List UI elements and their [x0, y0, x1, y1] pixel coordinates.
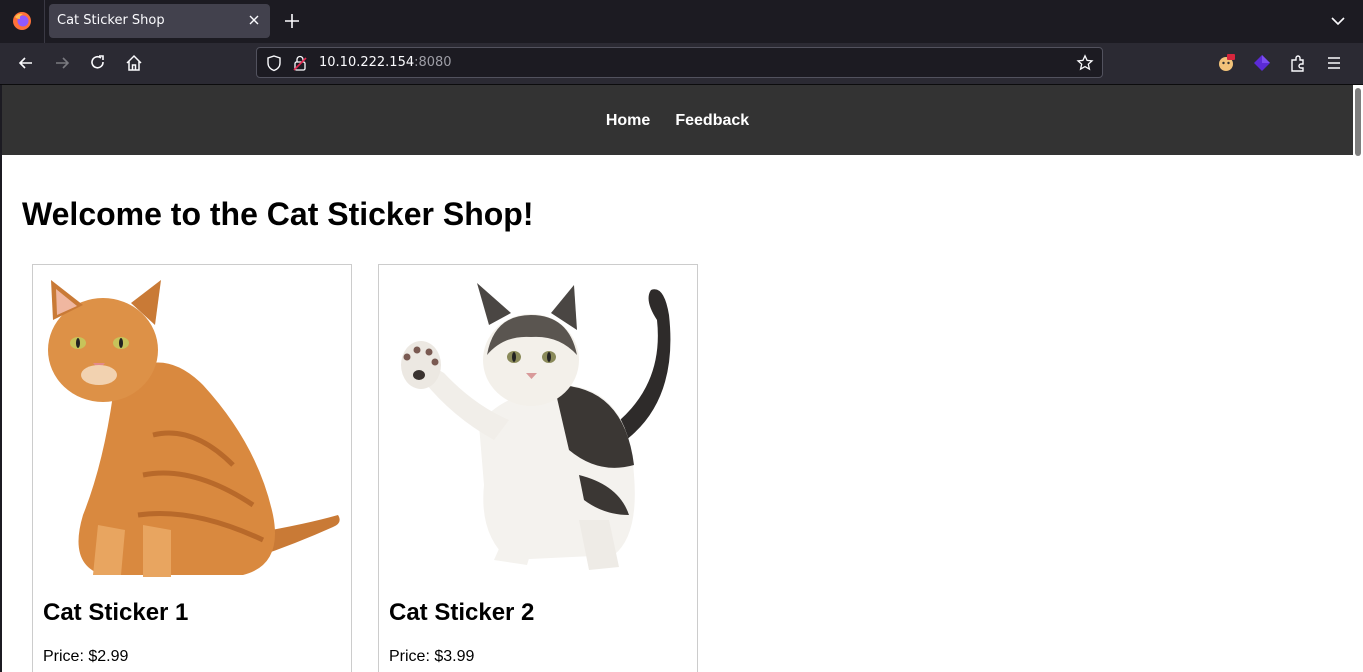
orange-cat-image	[48, 280, 340, 577]
url-bar[interactable]: 10.10.222.154:8080	[256, 47, 1103, 78]
extension-icon[interactable]	[1216, 53, 1236, 73]
product-price: Price: $2.99	[43, 648, 129, 665]
back-icon[interactable]	[16, 53, 36, 73]
chevron-down-icon[interactable]	[1329, 12, 1347, 30]
nav-link-home[interactable]: Home	[606, 112, 650, 129]
url-port: :8080	[414, 55, 452, 70]
puzzle-icon[interactable]	[1288, 53, 1308, 73]
extension-icon[interactable]	[1252, 53, 1272, 73]
vertical-scrollbar[interactable]	[1353, 85, 1363, 672]
url-text[interactable]: 10.10.222.154:8080	[319, 55, 452, 70]
lock-icon[interactable]	[292, 54, 308, 72]
page-title: Welcome to the Cat Sticker Shop!	[22, 196, 534, 232]
tab-separator	[44, 0, 45, 43]
home-icon[interactable]	[124, 53, 144, 73]
close-icon[interactable]	[246, 12, 262, 28]
site-nav: Home Feedback	[2, 85, 1353, 156]
product-card: Cat Sticker 1 Price: $2.99	[32, 264, 352, 672]
product-card: Cat Sticker 2 Price: $3.99	[378, 264, 698, 672]
forward-icon[interactable]	[52, 53, 72, 73]
tab-title: Cat Sticker Shop	[57, 13, 165, 28]
site-header: Home Feedback	[2, 85, 1353, 155]
firefox-logo-icon[interactable]	[12, 11, 32, 31]
menu-icon[interactable]	[1324, 53, 1344, 73]
reload-icon[interactable]	[88, 53, 108, 73]
scrollbar-thumb[interactable]	[1355, 88, 1361, 156]
star-icon[interactable]	[1076, 54, 1094, 72]
product-name: Cat Sticker 2	[389, 599, 535, 626]
url-host: 10.10.222.154	[319, 55, 415, 70]
tabby-cat-image	[401, 283, 671, 570]
shield-icon[interactable]	[265, 54, 283, 72]
active-tab[interactable]: Cat Sticker Shop	[49, 4, 270, 38]
nav-link-feedback[interactable]: Feedback	[675, 112, 749, 129]
page-content: Home Feedback Welcome to the Cat Sticker…	[2, 85, 1353, 672]
tab-bar: Cat Sticker Shop	[0, 0, 1363, 43]
navigation-toolbar: 10.10.222.154:8080	[0, 43, 1363, 85]
product-name: Cat Sticker 1	[43, 599, 189, 626]
plus-icon[interactable]	[283, 12, 301, 30]
product-price: Price: $3.99	[389, 648, 475, 665]
